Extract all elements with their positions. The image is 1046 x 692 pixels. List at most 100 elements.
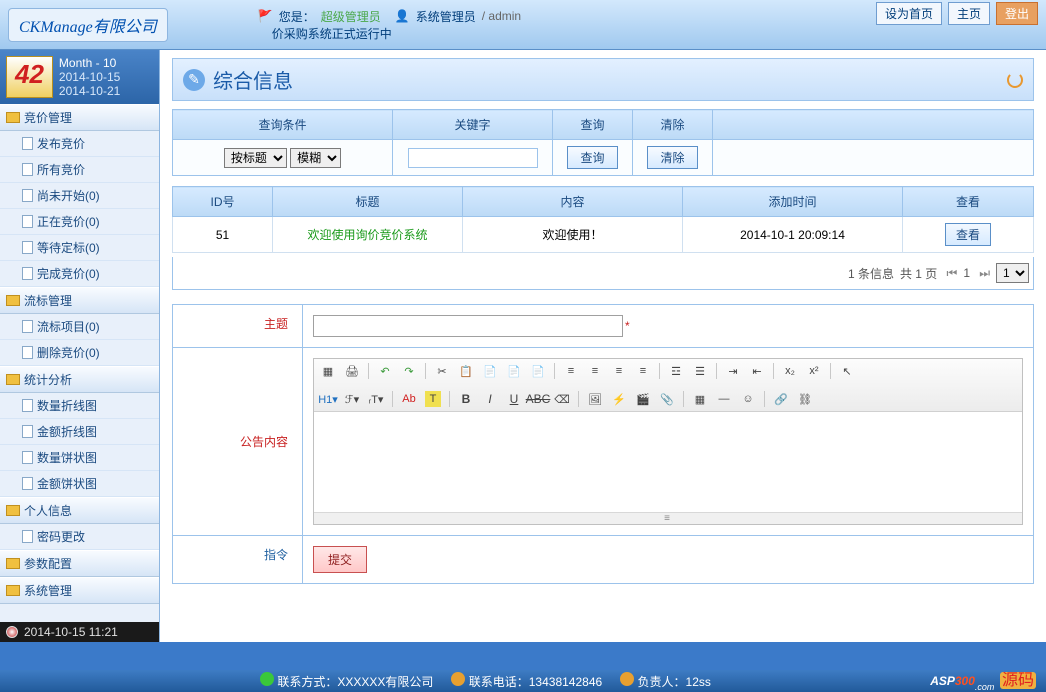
nav-group-config[interactable]: 参数配置 <box>0 550 159 577</box>
body-label: 公告内容 <box>173 348 303 536</box>
query-button[interactable]: 查询 <box>567 146 617 169</box>
align-center-icon[interactable]: ≡ <box>587 363 603 379</box>
align-right-icon[interactable]: ≡ <box>611 363 627 379</box>
paste-icon[interactable]: 📄 <box>482 363 498 379</box>
list-ol-icon[interactable]: ☲ <box>668 363 684 379</box>
nav-group-bid[interactable]: 竞价管理 <box>0 104 159 131</box>
indent-icon[interactable]: ⇥ <box>725 363 741 379</box>
file-icon <box>22 425 33 438</box>
phone-icon <box>451 672 465 686</box>
nav-pending[interactable]: 等待定标(0) <box>0 235 159 261</box>
undo-icon[interactable]: ↶ <box>377 363 393 379</box>
main-page-button[interactable]: 主页 <box>948 2 990 25</box>
page-select[interactable]: 1 <box>996 263 1029 283</box>
select-all-icon[interactable]: ↖ <box>839 363 855 379</box>
bg-color-icon[interactable]: T <box>425 391 441 407</box>
source-icon[interactable]: ▦ <box>320 363 336 379</box>
sub-icon[interactable]: x₂ <box>782 363 798 379</box>
nav-pwd-change[interactable]: 密码更改 <box>0 524 159 550</box>
nav-qty-line[interactable]: 数量折线图 <box>0 393 159 419</box>
nav-in-progress[interactable]: 正在竞价(0) <box>0 209 159 235</box>
file-icon[interactable]: 📎 <box>659 391 675 407</box>
query-mode-select[interactable]: 模糊 <box>290 148 341 168</box>
form-table: 主题 * 公告内容 ▦ 🖨 ↶ ↷ ✂ 📋 � <box>172 304 1034 584</box>
header: CKManage有限公司 🚩 您是： 超级管理员 👤 系统管理员 / admin… <box>0 0 1046 50</box>
align-justify-icon[interactable]: ≡ <box>635 363 651 379</box>
page-title: 综合信息 <box>213 65 293 94</box>
table-icon[interactable]: ▦ <box>692 391 708 407</box>
logo: CKManage有限公司 <box>8 8 168 42</box>
text-color-icon[interactable]: Ab <box>401 391 417 407</box>
refresh-icon[interactable] <box>1007 72 1023 88</box>
set-home-button[interactable]: 设为首页 <box>876 2 942 25</box>
file-icon <box>22 241 33 254</box>
unlink-icon[interactable]: ⛓ <box>797 391 813 407</box>
resize-handle[interactable]: ≡ <box>314 512 1022 524</box>
flash-icon[interactable]: ⚡ <box>611 391 627 407</box>
footer: 联系方式：XXXXXX有限公司 联系电话：13438142846 负责人：12s… <box>0 642 1046 692</box>
file-icon <box>22 451 33 464</box>
logout-button[interactable]: 登出 <box>996 2 1038 25</box>
query-table: 查询条件 关键字 查询 清除 按标题 模糊 查询 清除 <box>172 109 1034 176</box>
view-button[interactable]: 查看 <box>945 223 991 246</box>
hr-icon[interactable]: — <box>716 391 732 407</box>
media-icon[interactable]: 🎬 <box>635 391 651 407</box>
redo-icon[interactable]: ↷ <box>401 363 417 379</box>
image-icon[interactable]: 🖼 <box>587 391 603 407</box>
link-icon[interactable]: 🔗 <box>773 391 789 407</box>
file-icon <box>22 163 33 176</box>
cut-icon[interactable]: ✂ <box>434 363 450 379</box>
nav-all-bid[interactable]: 所有竞价 <box>0 157 159 183</box>
align-left-icon[interactable]: ≡ <box>563 363 579 379</box>
file-icon <box>22 137 33 150</box>
copy-icon[interactable]: 📋 <box>458 363 474 379</box>
heading-icon[interactable]: H1▾ <box>320 391 336 407</box>
font-family-icon[interactable]: ℱ▾ <box>344 391 360 407</box>
nav-not-started[interactable]: 尚未开始(0) <box>0 183 159 209</box>
folder-icon <box>6 112 20 123</box>
remove-format-icon[interactable]: ⌫ <box>554 391 570 407</box>
paste-word-icon[interactable]: 📄 <box>506 363 522 379</box>
data-table: ID号 标题 内容 添加时间 查看 51 欢迎使用询价竞价系统 欢迎使用！ 20… <box>172 186 1034 253</box>
nav-qty-pie[interactable]: 数量饼状图 <box>0 445 159 471</box>
nav-fail-proj[interactable]: 流标项目(0) <box>0 314 159 340</box>
italic-icon[interactable]: I <box>482 391 498 407</box>
pager: 1 条信息 共 1 页 ⏮ 1 ⏭ 1 <box>172 257 1034 290</box>
first-page-icon[interactable]: ⏮ <box>943 266 957 280</box>
nav-done[interactable]: 完成竞价(0) <box>0 261 159 287</box>
rich-editor: ▦ 🖨 ↶ ↷ ✂ 📋 📄 📄 📄 ≡ ≡ ≡ <box>313 358 1023 525</box>
page-icon: ✎ <box>183 69 205 91</box>
nav-group-sys[interactable]: 系统管理 <box>0 577 159 604</box>
strike-icon[interactable]: ABC <box>530 391 546 407</box>
status-bar: 2014-10-15 11:21 <box>0 622 159 642</box>
nav-publish-bid[interactable]: 发布竞价 <box>0 131 159 157</box>
outdent-icon[interactable]: ⇤ <box>749 363 765 379</box>
nav-amt-pie[interactable]: 金额饼状图 <box>0 471 159 497</box>
nav-group-stats[interactable]: 统计分析 <box>0 366 159 393</box>
sup-icon[interactable]: x² <box>806 363 822 379</box>
editor-body[interactable] <box>314 412 1022 512</box>
last-page-icon[interactable]: ⏭ <box>976 266 990 280</box>
nav-del-bid[interactable]: 删除竞价(0) <box>0 340 159 366</box>
folder-icon <box>6 295 20 306</box>
keyword-input[interactable] <box>408 148 538 168</box>
emoji-icon[interactable]: ☺ <box>740 391 756 407</box>
submit-button[interactable]: 提交 <box>313 546 367 573</box>
folder-icon <box>6 374 20 385</box>
file-icon <box>22 267 33 280</box>
font-size-icon[interactable]: ᵣT▾ <box>368 391 384 407</box>
folder-icon <box>6 558 20 569</box>
subject-input[interactable] <box>313 315 623 337</box>
nav-group-fail[interactable]: 流标管理 <box>0 287 159 314</box>
page-title-bar: ✎ 综合信息 <box>172 58 1034 101</box>
nav-group-personal[interactable]: 个人信息 <box>0 497 159 524</box>
file-icon <box>22 530 33 543</box>
paste-text-icon[interactable]: 📄 <box>530 363 546 379</box>
bold-icon[interactable]: B <box>458 391 474 407</box>
print-icon[interactable]: 🖨 <box>344 363 360 379</box>
nav-amt-line[interactable]: 金额折线图 <box>0 419 159 445</box>
clear-button[interactable]: 清除 <box>647 146 697 169</box>
underline-icon[interactable]: U <box>506 391 522 407</box>
list-ul-icon[interactable]: ☰ <box>692 363 708 379</box>
query-field-select[interactable]: 按标题 <box>224 148 287 168</box>
